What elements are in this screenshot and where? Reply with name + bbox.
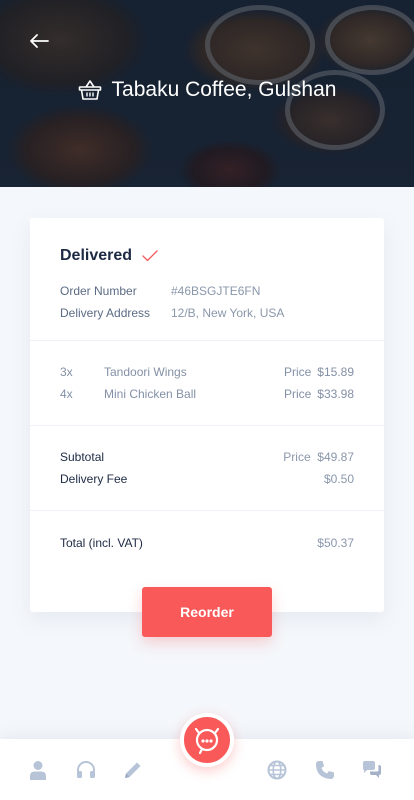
chat-bubbles-icon[interactable] xyxy=(361,759,383,781)
list-item: 4x Mini Chicken Ball Price $33.98 xyxy=(60,383,354,405)
list-item: 3x Tandoori Wings Price $15.89 xyxy=(60,361,354,383)
order-number-value: #46BSGJTE6FN xyxy=(171,284,261,298)
order-number-label: Order Number xyxy=(60,284,137,298)
phone-icon[interactable] xyxy=(314,759,336,781)
check-icon xyxy=(142,250,158,262)
order-details: Order Number #46BSGJTE6FN Delivery Addre… xyxy=(60,280,284,324)
total-label: Total (incl. VAT) xyxy=(60,536,143,550)
delivery-address-row: Delivery Address 12/B, New York, USA xyxy=(60,302,284,324)
delivery-fee-label: Delivery Fee xyxy=(60,472,128,486)
order-items-list: 3x Tandoori Wings Price $15.89 4x Mini C… xyxy=(60,361,354,405)
back-arrow-icon[interactable] xyxy=(26,28,52,54)
total-value: $50.37 xyxy=(317,536,354,550)
item-quantity: 3x xyxy=(60,365,73,379)
item-price-label: Price xyxy=(283,365,312,379)
restaurant-title: Tabaku Coffee, Gulshan xyxy=(0,78,414,102)
divider xyxy=(30,510,384,511)
delivery-address-value: 12/B, New York, USA xyxy=(171,306,285,320)
item-price: $33.98 xyxy=(317,387,354,401)
total-row: Total (incl. VAT) $50.37 xyxy=(60,532,354,554)
item-quantity: 4x xyxy=(60,387,73,401)
item-name: Mini Chicken Ball xyxy=(104,387,197,401)
subtotal-price-label: Price xyxy=(283,450,311,464)
headphones-icon[interactable] xyxy=(75,759,97,781)
subtotal-row: Subtotal Price $49.87 xyxy=(60,446,354,468)
delivery-fee-value: $0.50 xyxy=(323,472,354,486)
restaurant-name: Tabaku Coffee, Gulshan xyxy=(111,78,337,101)
support-chat-button[interactable] xyxy=(180,713,234,767)
price-breakdown: Subtotal Price $49.87 Delivery Fee $0.50 xyxy=(60,446,354,490)
delivery-fee-row: Delivery Fee $0.50 xyxy=(60,468,354,490)
support-chat-icon xyxy=(194,727,220,755)
reorder-button[interactable]: Reorder xyxy=(142,587,272,637)
food-plate-decor xyxy=(205,5,315,85)
basket-icon xyxy=(78,80,101,100)
item-price-label: Price xyxy=(283,387,312,401)
divider xyxy=(30,340,384,341)
order-number-row: Order Number #46BSGJTE6FN xyxy=(60,280,284,302)
subtotal-value: $49.87 xyxy=(317,450,354,464)
subtotal-value-group: Price $49.87 xyxy=(283,450,354,464)
food-plate-decor xyxy=(325,5,414,75)
delivery-address-label: Delivery Address xyxy=(60,306,151,320)
order-summary-card: Delivered Order Number #46BSGJTE6FN Deli… xyxy=(30,218,384,612)
globe-icon[interactable] xyxy=(266,759,288,781)
subtotal-label: Subtotal xyxy=(60,450,105,464)
status-label: Delivered xyxy=(60,247,133,264)
order-status: Delivered xyxy=(60,247,158,265)
item-name: Tandoori Wings xyxy=(104,365,187,379)
user-icon[interactable] xyxy=(27,759,49,781)
divider xyxy=(30,425,384,426)
pencil-icon[interactable] xyxy=(122,759,144,781)
item-price: $15.89 xyxy=(317,365,354,379)
